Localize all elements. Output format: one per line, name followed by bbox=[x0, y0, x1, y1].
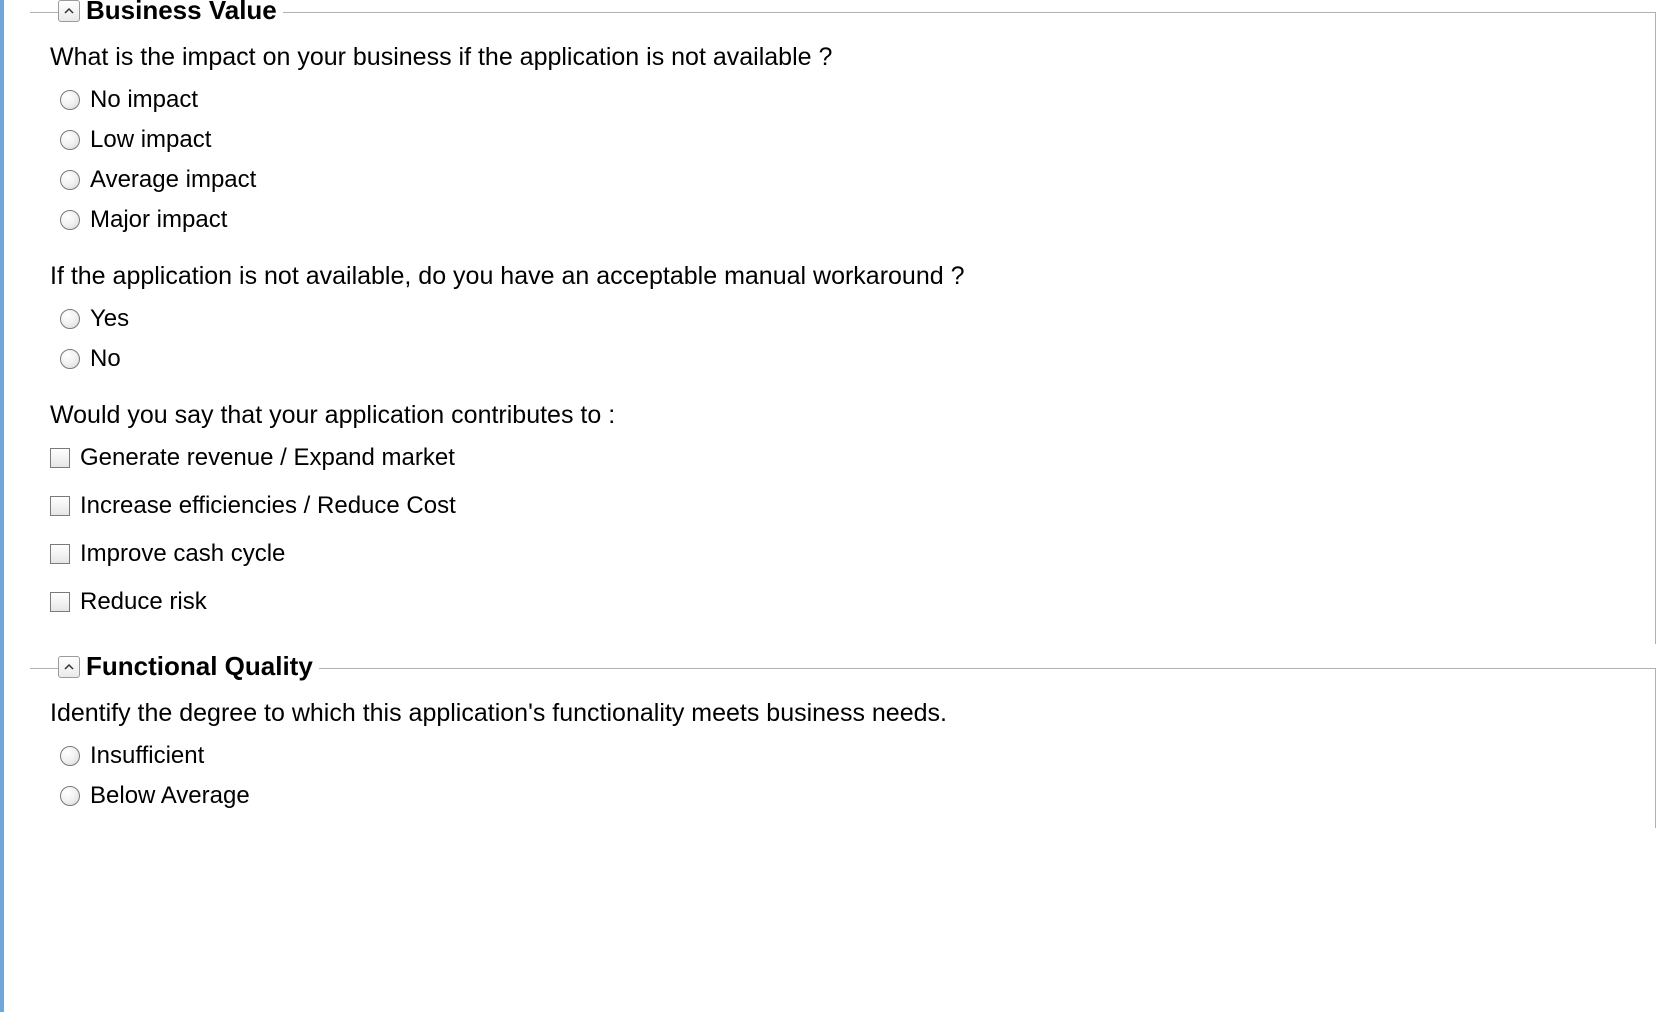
label-workaround-no: No bbox=[90, 345, 121, 373]
label-no-impact: No impact bbox=[90, 86, 198, 114]
radio-insufficient[interactable] bbox=[60, 746, 80, 766]
business-value-content: What is the impact on your business if t… bbox=[30, 13, 1655, 644]
workaround-options: Yes No bbox=[50, 305, 1635, 373]
option-workaround-yes: Yes bbox=[60, 305, 1635, 333]
option-no-impact: No impact bbox=[60, 86, 1635, 114]
contributes-options: Generate revenue / Expand market Increas… bbox=[50, 444, 1635, 616]
option-low-impact: Low impact bbox=[60, 126, 1635, 154]
option-average-impact: Average impact bbox=[60, 166, 1635, 194]
label-improve-cash-cycle: Improve cash cycle bbox=[80, 540, 285, 568]
label-insufficient: Insufficient bbox=[90, 742, 204, 770]
radio-low-impact[interactable] bbox=[60, 130, 80, 150]
question-contributes: Would you say that your application cont… bbox=[50, 401, 1635, 430]
label-low-impact: Low impact bbox=[90, 126, 211, 154]
question-workaround: If the application is not available, do … bbox=[50, 262, 1635, 291]
checkbox-reduce-risk[interactable] bbox=[50, 592, 70, 612]
collapse-button-functional-quality[interactable] bbox=[58, 656, 80, 678]
window-left-border bbox=[0, 0, 4, 1012]
label-reduce-risk: Reduce risk bbox=[80, 588, 207, 616]
option-below-average: Below Average bbox=[60, 782, 1635, 810]
option-improve-cash-cycle: Improve cash cycle bbox=[50, 540, 1635, 568]
collapse-button-business-value[interactable] bbox=[58, 0, 80, 22]
radio-no-impact[interactable] bbox=[60, 90, 80, 110]
option-reduce-risk: Reduce risk bbox=[50, 588, 1635, 616]
radio-workaround-yes[interactable] bbox=[60, 309, 80, 329]
radio-major-impact[interactable] bbox=[60, 210, 80, 230]
label-major-impact: Major impact bbox=[90, 206, 227, 234]
functionality-degree-options: Insufficient Below Average bbox=[50, 742, 1635, 810]
option-insufficient: Insufficient bbox=[60, 742, 1635, 770]
label-below-average: Below Average bbox=[90, 782, 250, 810]
impact-options: No impact Low impact Average impact Majo… bbox=[50, 86, 1635, 234]
option-increase-efficiencies: Increase efficiencies / Reduce Cost bbox=[50, 492, 1635, 520]
label-increase-efficiencies: Increase efficiencies / Reduce Cost bbox=[80, 492, 456, 520]
option-workaround-no: No bbox=[60, 345, 1635, 373]
radio-below-average[interactable] bbox=[60, 786, 80, 806]
radio-average-impact[interactable] bbox=[60, 170, 80, 190]
checkbox-increase-efficiencies[interactable] bbox=[50, 496, 70, 516]
form-container: Business Value What is the impact on you… bbox=[0, 12, 1656, 828]
checkbox-generate-revenue[interactable] bbox=[50, 448, 70, 468]
radio-workaround-no[interactable] bbox=[60, 349, 80, 369]
label-generate-revenue: Generate revenue / Expand market bbox=[80, 444, 455, 472]
chevron-up-icon bbox=[64, 663, 74, 671]
chevron-up-icon bbox=[64, 7, 74, 15]
business-value-title: Business Value bbox=[86, 0, 277, 26]
functional-quality-content: Identify the degree to which this applic… bbox=[30, 669, 1655, 828]
functional-quality-title: Functional Quality bbox=[86, 651, 313, 682]
business-value-legend: Business Value bbox=[58, 0, 283, 26]
checkbox-improve-cash-cycle[interactable] bbox=[50, 544, 70, 564]
functional-quality-fieldset: Functional Quality Identify the degree t… bbox=[30, 668, 1656, 828]
business-value-fieldset: Business Value What is the impact on you… bbox=[30, 12, 1656, 644]
question-impact: What is the impact on your business if t… bbox=[50, 43, 1635, 72]
functional-quality-legend: Functional Quality bbox=[58, 651, 319, 682]
question-functionality-degree: Identify the degree to which this applic… bbox=[50, 699, 1635, 728]
label-average-impact: Average impact bbox=[90, 166, 256, 194]
label-workaround-yes: Yes bbox=[90, 305, 129, 333]
option-major-impact: Major impact bbox=[60, 206, 1635, 234]
option-generate-revenue: Generate revenue / Expand market bbox=[50, 444, 1635, 472]
